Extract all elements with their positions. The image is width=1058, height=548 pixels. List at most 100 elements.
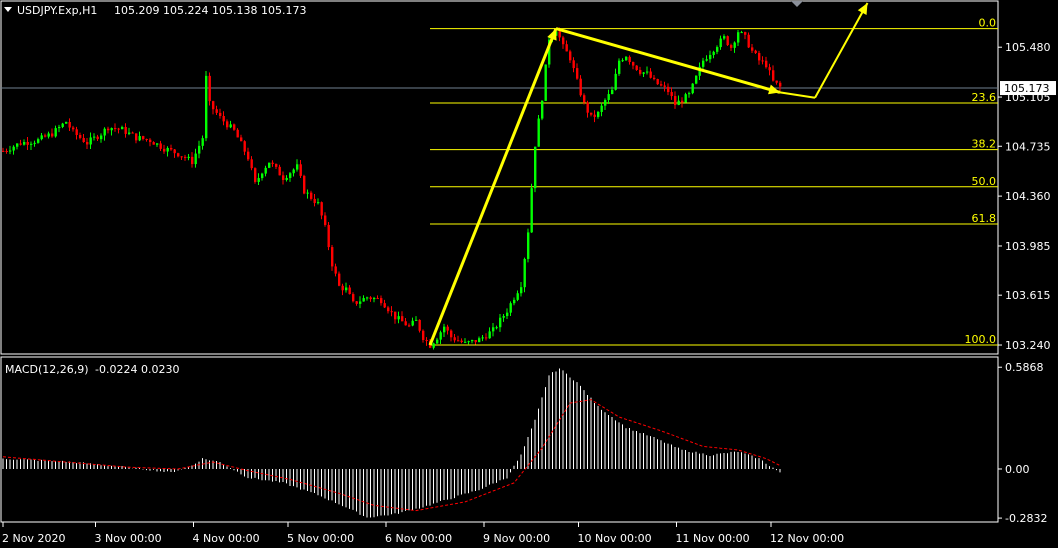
candle-body: [723, 36, 726, 39]
candle-body: [527, 232, 530, 259]
candle-body: [247, 151, 250, 160]
candle-body: [282, 175, 285, 180]
candle-body: [656, 79, 659, 85]
candle-body: [485, 337, 488, 339]
candle-body: [75, 129, 78, 135]
candle-body: [768, 67, 771, 71]
candle-body: [184, 156, 187, 158]
candle-body: [744, 32, 747, 35]
candle-body: [373, 298, 376, 300]
candle-body: [226, 121, 229, 128]
candle-body: [569, 51, 572, 61]
candle-body: [558, 31, 561, 38]
candle-body: [292, 169, 295, 174]
macd-tick-label: 0.5868: [1005, 361, 1044, 374]
candle-body: [37, 139, 40, 143]
candle-body: [121, 127, 124, 130]
candle-body: [446, 326, 449, 331]
trade-plan-arrows[interactable]: [428, 2, 869, 346]
candle-body: [310, 192, 313, 199]
fib-level-label: 0.0: [979, 17, 997, 30]
candle-body: [453, 337, 456, 341]
candle-body: [520, 287, 523, 294]
candle-body: [457, 340, 460, 342]
fibonacci-levels[interactable]: 0.0 23.6 38.2 50.0 61.8 100.0: [430, 17, 998, 346]
candle-body: [688, 93, 691, 95]
candle-body: [576, 68, 579, 79]
macd-header: MACD(12,26,9) -0.0224 0.0230: [5, 363, 179, 376]
candle-body: [436, 339, 439, 344]
candle-body: [579, 78, 582, 96]
candle-body: [614, 73, 617, 90]
candle-body: [12, 146, 15, 151]
candle-body: [593, 114, 596, 117]
candle-body: [352, 294, 355, 302]
candle-body: [425, 339, 428, 341]
candle-body: [695, 75, 698, 84]
candle-body: [380, 298, 383, 304]
candle-body: [128, 132, 131, 134]
candle-body: [754, 50, 757, 54]
candle-body: [72, 127, 75, 130]
candle-body: [737, 32, 740, 43]
candle-body: [205, 75, 208, 139]
ohlc-values: 105.209 105.224 105.138 105.173: [114, 4, 306, 17]
time-tick-label: 6 Nov 00:00: [385, 532, 452, 545]
candle-body: [240, 137, 243, 142]
candle-body: [229, 124, 232, 128]
triangle-down-icon[interactable]: [4, 7, 12, 12]
time-tick-label: 2 Nov 2020: [2, 532, 65, 545]
price-tick-label: 103.240: [1005, 339, 1051, 352]
time-tick-label: 4 Nov 00:00: [193, 532, 260, 545]
candle-body: [47, 133, 50, 137]
candle-body: [719, 38, 722, 48]
candle-body: [772, 70, 775, 81]
macd-tick-label: 0.00: [1005, 463, 1030, 476]
candle-body: [2, 150, 5, 152]
candle-body: [271, 162, 274, 164]
candle-body: [264, 167, 267, 174]
candle-body: [208, 75, 211, 102]
scroll-marker-icon[interactable]: [791, 1, 803, 7]
candle-body: [460, 340, 463, 343]
candle-body: [464, 341, 467, 343]
candle-body: [758, 53, 761, 61]
candle-body: [471, 339, 474, 342]
candle-body: [170, 147, 173, 150]
candle-body: [663, 85, 666, 87]
candle-body: [653, 77, 656, 80]
candle-body: [159, 143, 162, 149]
candle-body: [779, 82, 782, 87]
candle-body: [397, 316, 400, 320]
macd-tick-label: -0.2832: [1005, 512, 1047, 525]
trading-chart[interactable]: 0.023.638.250.061.8100.0 105.480105.1051…: [0, 0, 1058, 548]
candle-body: [138, 136, 141, 141]
candle-body: [450, 330, 453, 338]
candle-body: [142, 136, 145, 139]
candle-body: [411, 320, 414, 326]
candle-body: [233, 124, 236, 130]
candle-body: [495, 327, 498, 329]
candle-body: [100, 135, 103, 140]
candle-body: [604, 99, 607, 106]
candle-body: [467, 341, 470, 343]
candle-body: [135, 133, 138, 141]
macd-title: MACD(12,26,9): [5, 363, 89, 376]
candle-body: [355, 301, 358, 304]
candle-body: [499, 317, 502, 328]
candle-body: [712, 51, 715, 55]
candle-body: [338, 273, 341, 286]
candle-body: [250, 159, 253, 169]
candle-body: [212, 101, 215, 110]
candle-body: [317, 202, 320, 204]
candle-body: [114, 128, 117, 130]
candle-body: [191, 156, 194, 165]
candle-body: [173, 149, 176, 154]
time-tick-label: 11 Nov 00:00: [676, 532, 750, 545]
candle-body: [296, 164, 299, 170]
candle-body: [565, 44, 568, 52]
pullback-arrow: [555, 27, 781, 94]
candle-body: [219, 112, 222, 117]
candle-body: [243, 141, 246, 152]
fib-level-label: 23.6: [972, 91, 997, 104]
